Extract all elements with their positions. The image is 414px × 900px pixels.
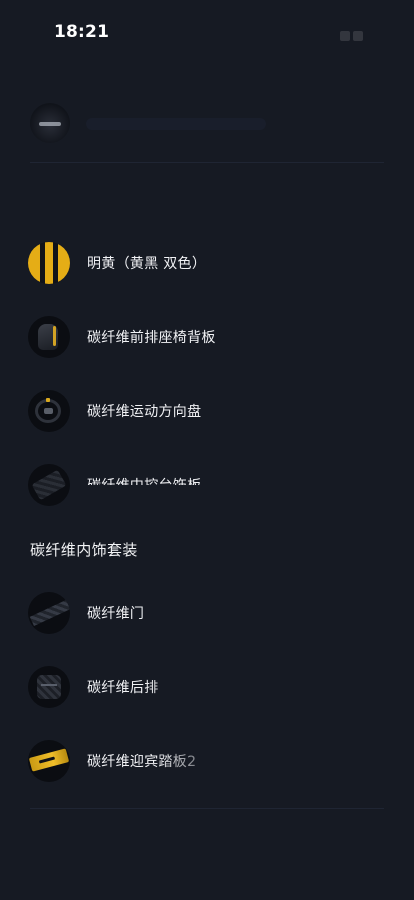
carbon-steering-wheel-icon <box>28 390 70 432</box>
option-carbon-seat-back[interactable]: 碳纤维前排座椅背板 <box>0 306 414 366</box>
carbon-door-trim-icon <box>28 592 70 634</box>
carbon-package-title: 碳纤维内饰套装 <box>30 541 138 559</box>
option-label: 碳纤维运动方向盘 <box>87 404 202 420</box>
carbon-door-sill-plate-icon <box>28 740 70 782</box>
option-carbon-rear-seat[interactable]: 碳纤维后排 <box>0 656 414 716</box>
carbon-rear-seat-icon <box>28 666 70 708</box>
status-bar: 18:21 <box>0 0 414 66</box>
option-label: 碳纤维中控台饰板 <box>87 475 201 485</box>
status-time: 18:21 <box>54 22 110 42</box>
section-divider <box>30 808 384 809</box>
option-label: 碳纤维后排 <box>87 680 159 696</box>
signal-icon <box>340 31 350 41</box>
carbon-center-console-trim-icon <box>28 464 70 506</box>
option-label: 碳纤维门 <box>87 606 145 622</box>
carbon-seat-back-panel-icon <box>28 316 70 358</box>
battery-icon <box>353 31 363 41</box>
option-carbon-steering-wheel[interactable]: 碳纤维运动方向盘 <box>0 380 414 440</box>
header-placeholder <box>86 118 266 130</box>
option-carbon-door[interactable]: 碳纤维门 <box>0 582 414 642</box>
two-tone-yellow-black-swatch-icon <box>28 242 70 284</box>
status-indicators <box>340 26 380 41</box>
option-label: 碳纤维迎宾踏板2 <box>87 754 197 770</box>
option-two-tone-yellow[interactable]: 明黄（黄黑 双色） <box>0 232 414 292</box>
option-carbon-center-console[interactable]: 碳纤维中控台饰板 <box>0 454 414 514</box>
selected-car-thumbnail <box>30 103 70 143</box>
section-divider <box>30 162 384 163</box>
option-label: 碳纤维前排座椅背板 <box>87 330 216 346</box>
option-label: 明黄（黄黑 双色） <box>87 256 207 272</box>
option-carbon-door-sill[interactable]: 碳纤维迎宾踏板2 <box>0 730 414 790</box>
